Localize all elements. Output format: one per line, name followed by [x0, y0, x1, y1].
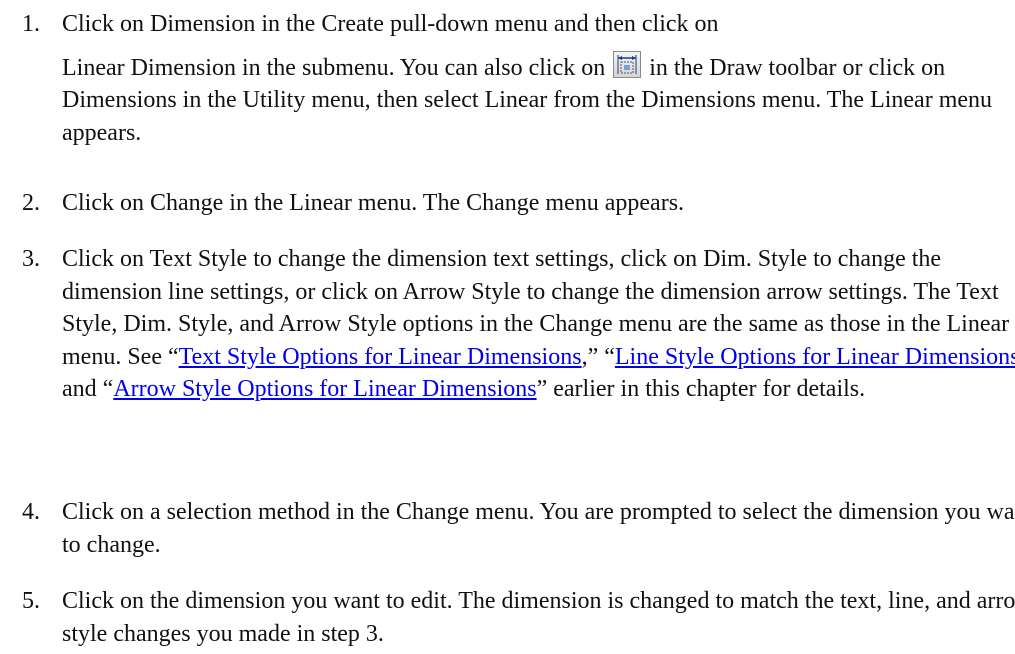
- step-1-text: Linear Dimension in the submenu. You can…: [62, 54, 606, 81]
- step-2-text: Click on Change in the Linear menu. The …: [62, 190, 685, 216]
- step-2: 2. Click on Change in the Linear menu. T…: [22, 187, 1015, 220]
- linear-dimension-icon[interactable]: [613, 50, 642, 78]
- step-3: 3. Click on Text Style to change the dim…: [22, 243, 1015, 406]
- step-1-body: Linear Dimension in the submenu. You can…: [62, 50, 1015, 150]
- step-3-separator: ,” “: [581, 343, 615, 370]
- step-4-text: Click on a selection method in the Chang…: [62, 499, 1015, 558]
- step-1-line-1: Click on Dimension in the Create pull-do…: [62, 11, 719, 37]
- step-number: 5.: [22, 588, 40, 614]
- step-number: 2.: [22, 190, 40, 216]
- step-4: 4. Click on a selection method in the Ch…: [22, 496, 1015, 561]
- step-1: 1. Click on Dimension in the Create pull…: [22, 8, 1015, 149]
- step-5: 5. Click on the dimension you want to ed…: [22, 585, 1015, 650]
- step-5-text: Click on the dimension you want to edit.…: [62, 588, 1015, 647]
- link-line-style-options[interactable]: Line Style Options for Linear Dimensions: [615, 344, 1015, 370]
- link-text-style-options[interactable]: Text Style Options for Linear Dimensions: [179, 344, 582, 370]
- step-number: 1.: [22, 11, 40, 37]
- step-number: 3.: [22, 246, 40, 272]
- step-3-text-end: ” earlier in this chapter for details.: [536, 376, 866, 402]
- step-number: 4.: [22, 499, 40, 525]
- link-arrow-style-options[interactable]: Arrow Style Options for Linear Dimension…: [113, 376, 536, 402]
